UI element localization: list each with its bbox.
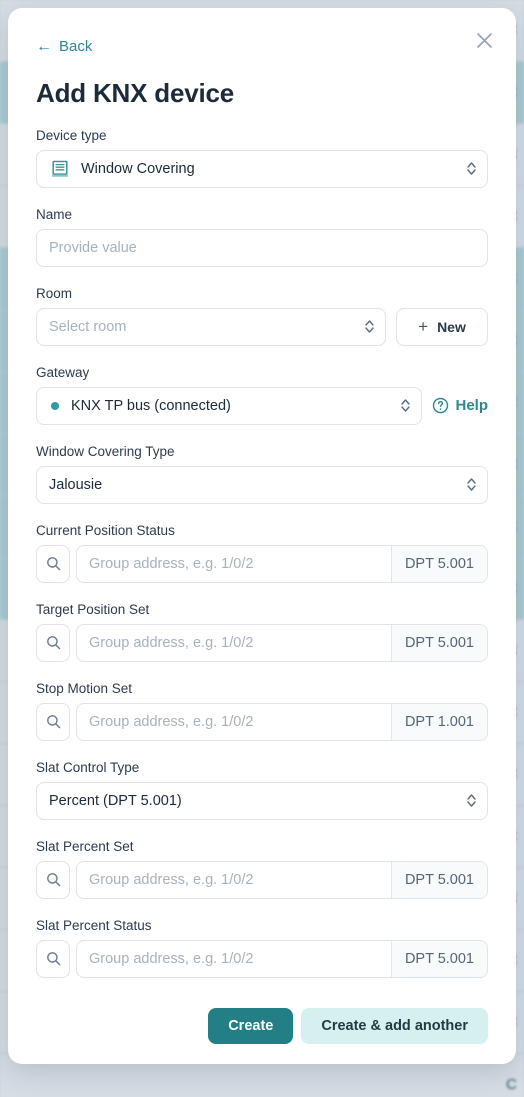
field-slat-control-type: Slat Control Type Percent (DPT 5.001)	[36, 760, 488, 820]
dpt-suffix: DPT 5.001	[390, 624, 487, 661]
add-room-button[interactable]: + New	[396, 307, 488, 346]
add-room-button-label: New	[437, 318, 466, 335]
field-group-address: Slat Percent Status Group address, e.g. 1…	[36, 918, 488, 978]
add-knx-device-dialog: ← Back Add KNX device Device type Window…	[8, 8, 516, 1064]
group-address-label: Stop Motion Set	[36, 680, 133, 696]
create-button[interactable]: Create	[208, 1007, 294, 1044]
room-value: Select room	[49, 318, 127, 335]
group-address-input[interactable]: Group address, e.g. 1/0/2	[77, 625, 391, 661]
group-address-input-group: Group address, e.g. 1/0/2 DPT 1.001	[76, 702, 488, 741]
window-covering-icon	[49, 158, 71, 180]
chevron-updown-icon	[363, 319, 375, 334]
field-group-address: Slat Percent Set Group address, e.g. 1/0/…	[36, 839, 488, 899]
group-address-fields: Current Position Status Group address, e.…	[36, 523, 488, 741]
window-covering-type-select[interactable]: Jalousie	[36, 465, 488, 504]
window-covering-type-label: Window Covering Type	[36, 443, 175, 459]
group-address-input-group: Group address, e.g. 1/0/2 DPT 5.001	[76, 860, 488, 899]
create-and-add-another-button[interactable]: Create & add another	[301, 1007, 488, 1044]
device-type-select[interactable]: Window Covering	[36, 149, 488, 188]
field-room: Room Select room + New	[36, 286, 488, 346]
group-address-label: Slat Percent Status	[36, 917, 152, 933]
dpt-suffix: DPT 5.001	[390, 861, 487, 898]
group-address-input-group: Group address, e.g. 1/0/2 DPT 5.001	[76, 544, 488, 583]
group-address-input[interactable]: Group address, e.g. 1/0/2	[77, 546, 391, 582]
group-address-label: Current Position Status	[36, 522, 175, 538]
group-address-input[interactable]: Group address, e.g. 1/0/2	[77, 941, 391, 977]
back-link[interactable]: ← Back	[36, 38, 92, 55]
field-group-address: Target Position Set Group address, e.g. 1…	[36, 602, 488, 662]
close-icon[interactable]	[470, 26, 498, 54]
field-name: Name Provide value	[36, 207, 488, 267]
field-group-address: Current Position Status Group address, e.…	[36, 523, 488, 583]
gateway-value: KNX TP bus (connected)	[71, 397, 231, 414]
field-group-address: Stop Motion Set Group address, e.g. 1/0/2…	[36, 681, 488, 741]
help-link[interactable]: Help	[432, 397, 488, 414]
device-type-value: Window Covering	[81, 160, 195, 177]
group-address-input[interactable]: Group address, e.g. 1/0/2	[77, 704, 391, 740]
search-icon[interactable]	[36, 544, 70, 583]
back-link-label: Back	[59, 38, 93, 55]
slat-control-type-value: Percent (DPT 5.001)	[49, 792, 182, 809]
chevron-updown-icon	[465, 477, 477, 492]
gateway-label: Gateway	[36, 364, 90, 380]
device-type-label: Device type	[36, 127, 107, 143]
slat-group-address-fields: Slat Percent Set Group address, e.g. 1/0/…	[36, 839, 488, 978]
group-address-label: Slat Percent Set	[36, 838, 134, 854]
plus-icon: +	[418, 317, 429, 336]
room-select[interactable]: Select room	[36, 307, 386, 346]
group-address-input-group: Group address, e.g. 1/0/2 DPT 5.001	[76, 939, 488, 978]
help-link-label: Help	[455, 397, 488, 414]
search-icon[interactable]	[36, 702, 70, 741]
name-input[interactable]: Provide value	[36, 228, 488, 267]
background-list-item-label: C	[506, 1076, 517, 1093]
name-label: Name	[36, 206, 73, 222]
dialog-footer: Create Create & add another	[36, 1007, 488, 1065]
group-address-input-group: Group address, e.g. 1/0/2 DPT 5.001	[76, 623, 488, 662]
page-title: Add KNX device	[36, 77, 235, 108]
status-badge	[51, 401, 59, 410]
group-address-label: Target Position Set	[36, 601, 150, 617]
field-window-covering-type: Window Covering Type Jalousie	[36, 444, 488, 504]
gateway-select[interactable]: KNX TP bus (connected)	[36, 386, 423, 425]
dpt-suffix: DPT 1.001	[390, 703, 487, 740]
window-covering-type-value: Jalousie	[49, 476, 103, 493]
dpt-suffix: DPT 5.001	[390, 940, 487, 977]
search-icon[interactable]	[36, 939, 70, 978]
slat-control-type-label: Slat Control Type	[36, 759, 140, 775]
field-gateway: Gateway KNX TP bus (connected) Help	[36, 365, 488, 425]
slat-control-type-select[interactable]: Percent (DPT 5.001)	[36, 781, 488, 820]
question-circle-icon	[432, 397, 449, 414]
room-label: Room	[36, 285, 73, 301]
chevron-updown-icon	[465, 793, 477, 808]
search-icon[interactable]	[36, 860, 70, 899]
group-address-input[interactable]: Group address, e.g. 1/0/2	[77, 862, 391, 898]
dpt-suffix: DPT 5.001	[390, 545, 487, 582]
chevron-updown-icon	[399, 398, 411, 413]
chevron-updown-icon	[465, 161, 477, 176]
back-arrow-icon: ←	[36, 37, 52, 55]
field-device-type: Device type Window Covering	[36, 128, 488, 188]
search-icon[interactable]	[36, 623, 70, 662]
